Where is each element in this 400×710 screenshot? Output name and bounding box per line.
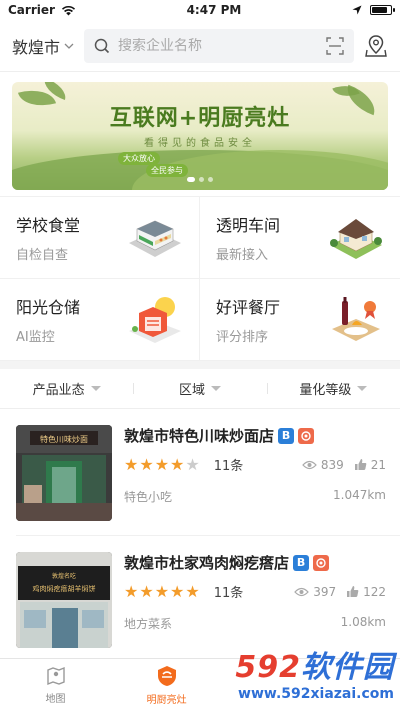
restaurant-list: 特色川味炒面 敦煌市特色川味炒面店 B ★ ★ ★ ★ ★ 11条 839 21…: [0, 409, 400, 662]
restaurant-distance: 1.08km: [340, 615, 386, 629]
watermark-brand-text: 软件园: [301, 650, 394, 685]
carrier-label: Carrier: [8, 3, 55, 17]
scan-icon[interactable]: [326, 36, 344, 55]
category-title: 阳光仓储: [16, 298, 81, 317]
category-subtitle: 自检自查: [16, 248, 69, 263]
grade-badge: B: [278, 427, 295, 444]
caret-down-icon: [211, 386, 221, 391]
restaurant-category: 特色小吃: [124, 490, 173, 504]
thumbs-up-icon[interactable]: [354, 458, 367, 471]
filter-label: 产品业态: [32, 383, 85, 398]
wifi-icon: [61, 5, 76, 16]
banner-tag: 全民参与: [146, 164, 188, 177]
review-count: 11条: [213, 459, 244, 474]
category-subtitle: 评分排序: [216, 330, 269, 345]
star-filled-icon: ★: [185, 581, 200, 601]
review-count: 11条: [213, 586, 244, 601]
search-icon: [94, 38, 110, 54]
like-count: 21: [370, 457, 386, 472]
category-title: 学校食堂: [16, 216, 81, 235]
map-icon: [45, 665, 67, 687]
tab-kitchen[interactable]: 明厨亮灶: [111, 659, 222, 710]
svg-text:鸡肉焖疙瘩胡羊焖饼: 鸡肉焖疙瘩胡羊焖饼: [33, 584, 96, 593]
camera-badge-icon: [298, 427, 315, 444]
category-subtitle: AI监控: [16, 330, 55, 345]
filter-label: 区域: [178, 383, 205, 398]
star-filled-icon: ★: [154, 454, 170, 474]
search-box: [84, 28, 354, 63]
tab-label: 明厨亮灶: [146, 694, 187, 706]
city-selector[interactable]: 敦煌市: [12, 34, 74, 58]
star-filled-icon: ★: [139, 454, 154, 474]
search-input[interactable]: [118, 37, 318, 54]
star-filled-icon: ★: [139, 581, 154, 601]
camera-badge-icon: [313, 554, 330, 571]
banner-pagination: [12, 177, 388, 182]
filter-product-type[interactable]: 产品业态: [0, 379, 133, 398]
category-title: 好评餐厅: [216, 298, 281, 317]
category-top-rated-restaurant[interactable]: 好评餐厅 评分排序: [200, 279, 400, 361]
thumbs-up-icon[interactable]: [346, 585, 359, 598]
tab-label: 地图: [45, 693, 66, 705]
view-count: 397: [313, 584, 337, 599]
status-bar: Carrier 4:47 PM: [0, 0, 400, 20]
rating-stars: ★ ★ ★ ★ ★: [124, 454, 200, 474]
kitchen-icon: [155, 664, 179, 688]
restaurant-distance: 1.047km: [333, 488, 386, 502]
location-arrow-icon: [352, 5, 362, 15]
banner-subtitle: 看得见的食品安全: [144, 138, 256, 149]
category-sunshine-warehouse[interactable]: 阳光仓储 AI监控: [0, 279, 200, 361]
category-subtitle: 最新接入: [216, 248, 269, 263]
restaurant-name: 敦煌市杜家鸡肉焖疙瘩店: [124, 554, 290, 572]
caret-down-icon: [357, 386, 368, 391]
svg-text:敦煌名吃: 敦煌名吃: [52, 572, 76, 580]
category-transparent-workshop[interactable]: 透明车间 最新接入: [200, 197, 400, 279]
filter-label: 量化等级: [299, 383, 352, 398]
star-filled-icon: ★: [124, 581, 139, 601]
banner-title: 互联网+明厨亮灶: [109, 106, 291, 131]
filter-bar: 产品业态 区域 量化等级: [0, 369, 400, 409]
grade-badge: B: [293, 554, 310, 571]
star-filled-icon: ★: [154, 581, 170, 601]
eye-icon: [301, 460, 317, 470]
status-time: 4:47 PM: [186, 3, 242, 17]
restaurant-name: 敦煌市特色川味炒面店: [124, 427, 275, 445]
filter-grade[interactable]: 量化等级: [266, 379, 400, 398]
rating-stars: ★ ★ ★ ★ ★: [124, 581, 200, 601]
city-label: 敦煌市: [12, 37, 61, 57]
eye-icon: [294, 587, 310, 597]
category-grid: 学校食堂 自检自查 透明车间 最新接入 阳光仓储 AI监控 好评餐厅 评分排序: [0, 196, 400, 361]
restaurant-category: 地方菜系: [124, 617, 173, 631]
watermark: 592软件园 www.592xiazai.com: [235, 642, 394, 702]
restaurant-photo: 敦煌名吃 鸡肉焖疙瘩胡羊焖饼: [16, 552, 112, 648]
star-filled-icon: ★: [170, 454, 185, 474]
category-title: 透明车间: [216, 216, 281, 235]
view-count: 839: [320, 457, 344, 472]
list-item[interactable]: 特色川味炒面 敦煌市特色川味炒面店 B ★ ★ ★ ★ ★ 11条 839 21…: [0, 409, 400, 535]
restaurant-photo: 特色川味炒面: [16, 425, 112, 521]
like-count: 122: [363, 584, 386, 599]
workshop-icon: [326, 213, 386, 263]
chevron-down-icon: [64, 43, 74, 49]
star-filled-icon: ★: [170, 581, 185, 601]
star-empty-icon: ★: [185, 454, 200, 474]
watermark-brand-number: 592: [235, 650, 301, 685]
filter-region[interactable]: 区域: [133, 379, 266, 398]
tab-map[interactable]: 地图: [0, 659, 111, 710]
storefront-sign-text: 特色川味炒面: [40, 434, 88, 444]
star-filled-icon: ★: [124, 454, 139, 474]
school-canteen-icon: [125, 213, 185, 263]
restaurant-icon: [326, 295, 386, 345]
warehouse-icon: [125, 295, 185, 345]
promo-banner[interactable]: 互联网+明厨亮灶 看得见的食品安全 大众放心 全民参与: [12, 82, 388, 190]
battery-icon: [370, 5, 395, 15]
category-school-canteen[interactable]: 学校食堂 自检自查: [0, 197, 200, 279]
caret-down-icon: [90, 386, 101, 391]
header: 敦煌市: [0, 20, 400, 72]
map-location-icon[interactable]: [364, 34, 388, 58]
watermark-url: www.592xiazai.com: [238, 686, 394, 702]
